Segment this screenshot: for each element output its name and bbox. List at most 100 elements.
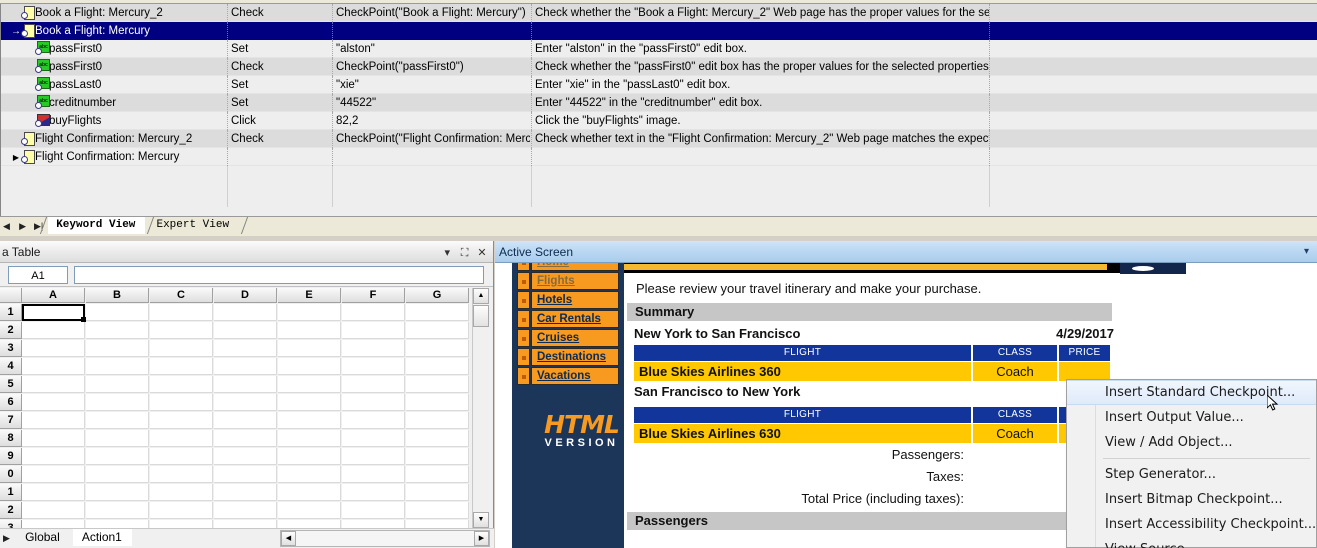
row-tail-cell[interactable] [990, 4, 1317, 22]
grid-cell[interactable] [214, 358, 277, 375]
scroll-right-icon[interactable]: ▶ [474, 531, 489, 546]
row-tail-cell[interactable] [990, 130, 1317, 148]
web-nav-item-cruises[interactable]: Cruises [517, 329, 619, 347]
grid-cell[interactable] [278, 376, 341, 393]
grid-cell[interactable] [214, 394, 277, 411]
close-icon[interactable]: ✕ [475, 242, 489, 264]
grid-cell[interactable] [86, 376, 149, 393]
formula-input[interactable] [74, 266, 484, 284]
context-menu-item-view-source[interactable]: View Source [1067, 537, 1316, 548]
context-menu-item-insert-accessibility-checkpoint[interactable]: Insert Accessibility Checkpoint... [1067, 512, 1316, 537]
row-item-cell[interactable]: Book a Flight: Mercury [1, 22, 226, 40]
selected-cell[interactable] [22, 304, 86, 322]
table-row[interactable]: buyFlights Click 82,2 Click the "buyFlights… [1, 112, 1317, 130]
row-header-1[interactable]: 1 [0, 304, 22, 321]
grid-cell[interactable] [406, 484, 469, 501]
row-header-13[interactable]: 3 [0, 520, 22, 528]
row-tail-cell[interactable] [990, 58, 1317, 76]
grid-cell[interactable] [406, 520, 469, 528]
row-value-cell[interactable]: CheckPoint("passFirst0") [332, 58, 530, 76]
tree-expander-icon[interactable] [11, 23, 21, 40]
grid-cell[interactable] [86, 394, 149, 411]
grid-cell[interactable] [86, 304, 149, 321]
grid-cell[interactable] [150, 358, 213, 375]
row-documentation-cell[interactable] [531, 22, 989, 40]
row-operation-cell[interactable]: Check [227, 130, 331, 148]
row-value-cell[interactable]: 82,2 [332, 112, 530, 130]
grid-cell[interactable] [150, 430, 213, 447]
row-header-12[interactable]: 2 [0, 502, 22, 519]
vscroll-thumb[interactable] [473, 305, 489, 327]
select-all-corner[interactable] [0, 288, 22, 303]
keyword-view-grid[interactable]: Book a Flight: Mercury_2 Check CheckPoint(… [0, 4, 1317, 216]
grid-cell[interactable] [342, 376, 405, 393]
grid-cell[interactable] [150, 466, 213, 483]
sheet-nav-next-icon[interactable]: ▶ [0, 529, 13, 547]
row-operation-cell[interactable]: Set [227, 94, 331, 112]
row-item-cell[interactable]: passFirst0 [1, 58, 226, 76]
grid-cell[interactable] [22, 448, 85, 465]
row-header-5[interactable]: 5 [0, 376, 22, 393]
table-row[interactable]: Flight Confirmation: Mercury_2 Check Check… [1, 130, 1317, 148]
row-header-10[interactable]: 0 [0, 466, 22, 483]
grid-cell[interactable] [214, 412, 277, 429]
sheet-tab-global[interactable]: Global [16, 529, 70, 546]
grid-cell[interactable] [214, 322, 277, 339]
row-value-cell[interactable] [332, 22, 530, 40]
grid-cell[interactable] [150, 520, 213, 528]
column-header-f[interactable]: F [342, 288, 405, 303]
row-documentation-cell[interactable]: Check whether the "Book a Flight: Mercur… [531, 4, 989, 22]
row-item-cell[interactable]: creditnumber [1, 94, 226, 112]
row-header-7[interactable]: 7 [0, 412, 22, 429]
web-nav-item-destinations[interactable]: Destinations [517, 348, 619, 366]
row-documentation-cell[interactable]: Click the "buyFlights" image. [531, 112, 989, 130]
grid-cell[interactable] [150, 412, 213, 429]
row-value-cell[interactable]: "xie" [332, 76, 530, 94]
row-documentation-cell[interactable]: Check whether text in the "Flight Confir… [531, 130, 989, 148]
grid-cell[interactable] [342, 484, 405, 501]
row-operation-cell[interactable]: Set [227, 40, 331, 58]
row-tail-cell[interactable] [990, 22, 1317, 40]
row-value-cell[interactable]: "alston" [332, 40, 530, 58]
grid-cell[interactable] [86, 340, 149, 357]
grid-cell[interactable] [406, 448, 469, 465]
column-header-e[interactable]: E [278, 288, 341, 303]
grid-cell[interactable] [22, 376, 85, 393]
row-item-cell[interactable]: passFirst0 [1, 40, 226, 58]
grid-cell[interactable] [278, 502, 341, 519]
grid-cell[interactable] [406, 466, 469, 483]
grid-cell[interactable] [342, 502, 405, 519]
row-header-2[interactable]: 2 [0, 322, 22, 339]
grid-cell[interactable] [86, 520, 149, 528]
row-header-9[interactable]: 9 [0, 448, 22, 465]
grid-cell[interactable] [22, 520, 85, 528]
data-table-grid[interactable]: ABCDEFG ▲ ▼ 1234567890123 [0, 288, 494, 528]
row-tail-cell[interactable] [990, 94, 1317, 112]
grid-cell[interactable] [278, 520, 341, 528]
grid-cell[interactable] [278, 340, 341, 357]
grid-cell[interactable] [342, 520, 405, 528]
column-header-b[interactable]: B [86, 288, 149, 303]
grid-cell[interactable] [278, 322, 341, 339]
row-operation-cell[interactable]: Set [227, 76, 331, 94]
grid-cell[interactable] [22, 340, 85, 357]
grid-cell[interactable] [86, 484, 149, 501]
row-tail-cell[interactable] [990, 112, 1317, 130]
table-row[interactable]: Book a Flight: Mercury [1, 22, 1317, 40]
pin-icon[interactable]: ⛶ [458, 242, 472, 264]
grid-cell[interactable] [214, 466, 277, 483]
grid-cell[interactable] [278, 358, 341, 375]
grid-cell[interactable] [86, 448, 149, 465]
grid-cell[interactable] [22, 412, 85, 429]
grid-cell[interactable] [406, 340, 469, 357]
grid-cell[interactable] [342, 430, 405, 447]
row-header-11[interactable]: 1 [0, 484, 22, 501]
row-header-6[interactable]: 6 [0, 394, 22, 411]
table-row[interactable]: passLast0 Set"xie"Enter "xie" in the "pas… [1, 76, 1317, 94]
row-item-cell[interactable]: Book a Flight: Mercury_2 [1, 4, 226, 22]
grid-cell[interactable] [214, 502, 277, 519]
grid-cell[interactable] [86, 430, 149, 447]
web-nav-item-flights[interactable]: Flights [517, 272, 619, 290]
scroll-down-icon[interactable]: ▼ [473, 512, 489, 528]
row-item-cell[interactable]: buyFlights [1, 112, 226, 130]
